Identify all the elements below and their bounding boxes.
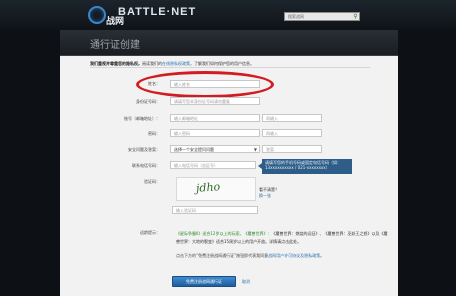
password-label: 密码： — [148, 131, 160, 136]
top-header — [0, 0, 456, 30]
captcha-refresh-link[interactable]: 换一张 — [259, 193, 271, 199]
age-rating-a: 《星际争霸II》适合12岁以上的玩家。《魔兽世界》： — [176, 231, 272, 236]
magnifier-icon[interactable]: ⚲ — [352, 13, 359, 20]
terms-label: 适龄提示： — [140, 230, 160, 235]
security-question-select[interactable]: 选择一个安全提问问题 ▼ — [170, 145, 260, 153]
terms-note: 点击下方的“免费注册战网通行证”按钮即代表我同意战网用户许可协议及隐私政策。 — [176, 252, 388, 259]
page-title: 通行证创建 — [90, 40, 140, 51]
battlenet-logo-icon[interactable] — [88, 6, 106, 24]
question-label: 安全问题及答案： — [128, 147, 160, 152]
account-confirm-input[interactable]: 再输入 — [262, 114, 322, 122]
answer-input[interactable]: 答案 — [262, 145, 322, 153]
phone-tooltip: 请填写您的手机号码或固定电话号码（如：13xxxxxxxxxx / 021-xx… — [258, 159, 352, 174]
captcha-text: jdho — [195, 180, 221, 195]
privacy-bold: 我们重视并尊重您的隐私权。 — [90, 61, 142, 66]
captcha-input[interactable]: 输入验证码 — [172, 206, 258, 214]
divider — [90, 67, 370, 68]
search-input[interactable]: 搜索战网 — [284, 12, 360, 21]
chevron-down-icon: ▼ — [253, 147, 257, 152]
captcha-label: 验证码： — [144, 179, 160, 184]
account-label: 账号（邮箱地址）： — [124, 116, 160, 121]
logo-text[interactable]: BATTLE·NET — [118, 6, 196, 18]
privacy-text-a: 阅读我们的 — [142, 61, 162, 66]
terms-note-a: 点击下方的“免费注册战网通行证”按钮即代表我同意 — [176, 253, 269, 258]
account-input[interactable]: 输入邮箱地址 — [170, 114, 260, 122]
privacy-policy-link[interactable]: 在线隐私权政策 — [162, 61, 190, 66]
security-question-value: 选择一个安全提问问题 — [174, 147, 214, 152]
phone-input[interactable]: 输入电话号码（含区号） — [170, 161, 256, 169]
cancel-link[interactable]: 取消 — [242, 279, 250, 285]
password-confirm-input[interactable]: 再输入 — [262, 129, 322, 137]
age-rating-text: 《星际争霸II》适合12岁以上的玩家。《魔兽世界》：《魔兽世界：燃烧的远征》、《… — [176, 230, 388, 246]
id-label: 身份证号码： — [136, 99, 160, 104]
privacy-text-b: ，了解我们如何保护您的用户信息。 — [190, 61, 254, 66]
highlight-oval — [136, 71, 274, 98]
id-input[interactable]: 请填写您本身份证号码请勿重复 — [170, 97, 260, 105]
license-agreement-link[interactable]: 战网用户许可协议及隐私政策 — [268, 253, 320, 258]
register-button[interactable]: 免费注册战网通行证 — [172, 276, 236, 287]
password-input[interactable]: 输入密码 — [170, 129, 260, 137]
phone-label: 联系电话号码： — [132, 163, 160, 168]
terms-note-b: 。 — [320, 253, 325, 258]
